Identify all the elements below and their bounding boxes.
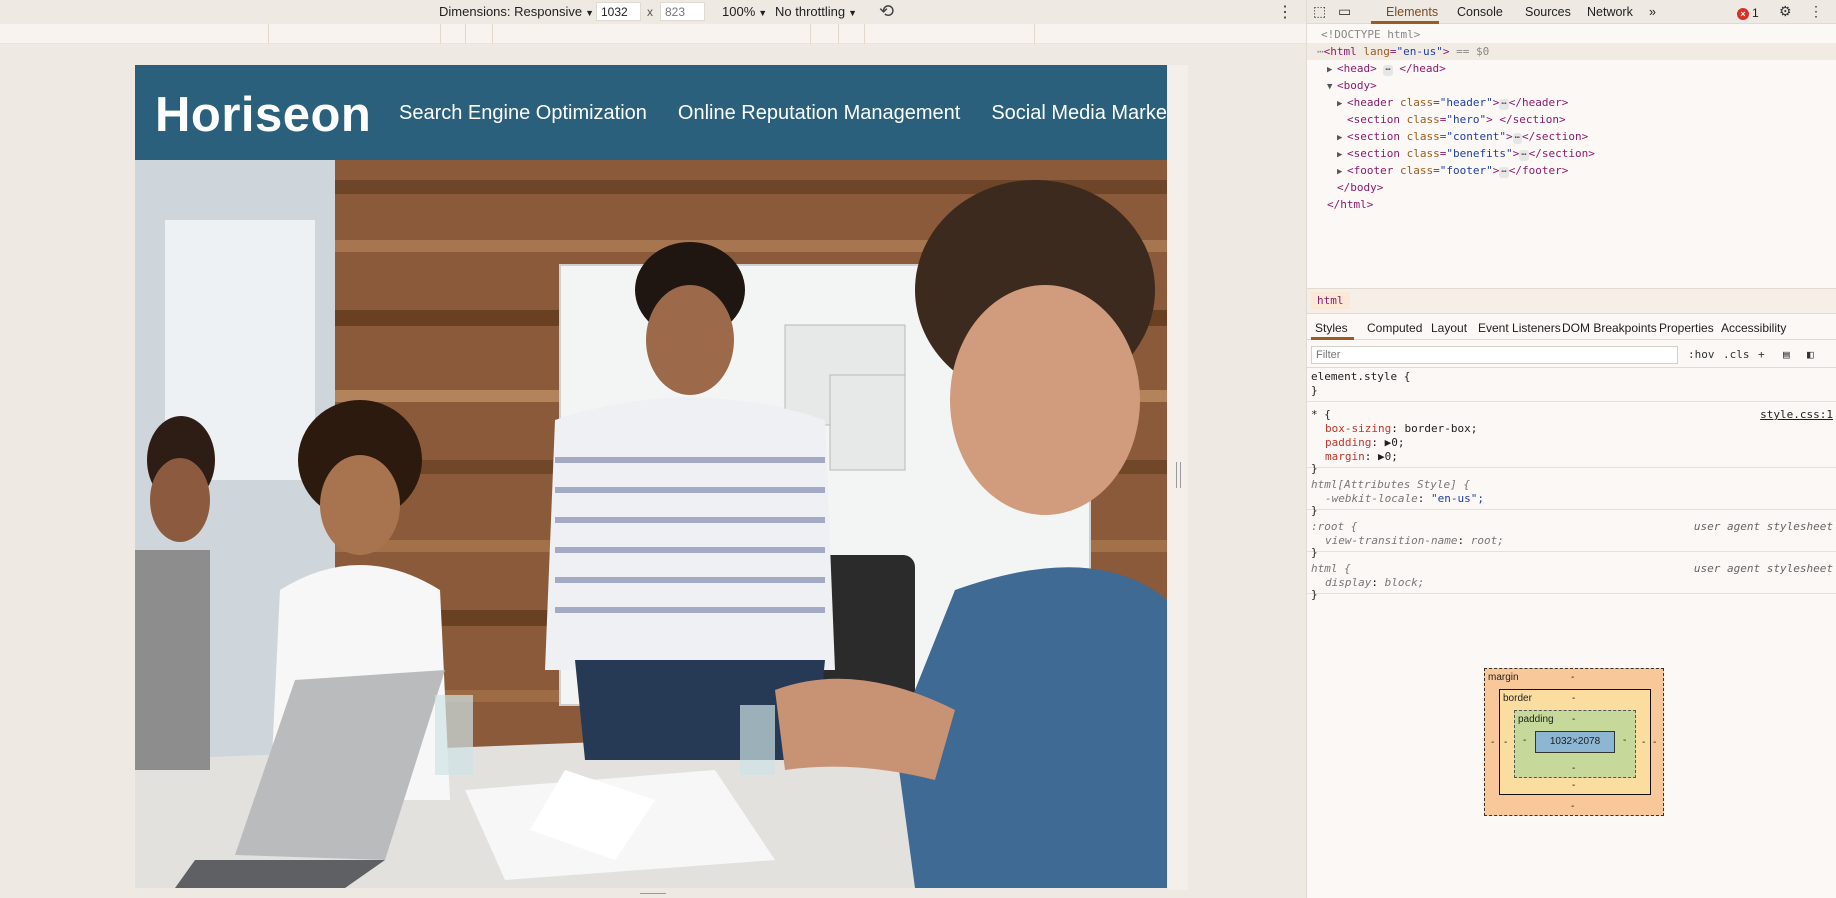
rule-universal: * { style.css:1 box-sizing: border-box; … [1307,404,1836,475]
dom-node-hero[interactable]: <section class="hero"> </section> [1347,111,1566,128]
ruler-tick [492,24,493,44]
active-tab-indicator [1371,21,1439,24]
ruler-tick [1034,24,1035,44]
site-header: Horiseon Search Engine Optimization Onli… [135,65,1167,160]
ruler-tick [268,24,269,44]
tab-network[interactable]: Network [1587,5,1633,19]
rule-element-style: element.style { } [1307,368,1836,402]
box-model-border[interactable]: border - - - - padding - - - - 1032×2078 [1499,689,1651,795]
site-nav: Search Engine Optimization Online Reputa… [399,102,1167,125]
ellipsis-icon[interactable]: ⋯ [1519,150,1529,161]
dom-node-html[interactable]: ⋯<html lang="en-us"> == $0 [1307,43,1836,60]
tab-properties[interactable]: Properties [1659,321,1714,335]
declaration-display: display: block; [1325,576,1425,589]
nav-link-seo[interactable]: Search Engine Optimization [399,102,647,125]
styles-subtab-bar: Styles Computed Layout Event Listeners D… [1307,316,1836,340]
height-input[interactable] [660,2,705,21]
add-rule-icon[interactable]: + [1758,348,1765,361]
hero-photo [135,160,1167,888]
devtools-menu-icon[interactable]: ⋮ [1809,3,1823,20]
ellipsis-icon[interactable]: ⋯ [1383,65,1393,76]
declaration-view-transition: view-transition-name: root; [1325,534,1504,547]
hov-toggle[interactable]: :hov [1688,348,1715,361]
more-options-icon[interactable]: ⋮ [1277,2,1293,22]
error-icon: × [1737,8,1749,20]
ruler-tick [440,24,441,44]
more-tabs-icon[interactable]: » [1649,5,1656,19]
declaration-locale: -webkit-locale: "en-us"; [1325,492,1484,505]
viewport-resize-handle[interactable] [1176,462,1181,488]
rule-html-ua: html { user agent stylesheet display: bl… [1307,558,1836,601]
dom-node-footer[interactable]: ▶ <footer class="footer"> ⋯ </footer> [1337,162,1568,179]
rule-html-attributes: html[Attributes Style] { -webkit-locale:… [1307,474,1836,517]
error-counter[interactable]: × 1 [1737,6,1759,20]
dom-node-head[interactable]: ▶ <head> ⋯ </head> [1327,60,1446,77]
stylesheet-link[interactable]: style.css:1 [1760,408,1833,421]
dom-node-header[interactable]: ▶ <header class="header"> ⋯ </header> [1337,94,1568,111]
declaration-margin[interactable]: margin: ▶0; [1325,450,1398,464]
dom-node-benefits[interactable]: ▶ <section class="benefits"> ⋯ </section> [1337,145,1595,162]
expand-arrow-icon[interactable]: ▶ [1378,450,1385,463]
throttling-dropdown[interactable]: No throttling ▼ [775,4,857,19]
declaration-box-sizing[interactable]: box-sizing: border-box; [1325,422,1477,436]
emulated-viewport: Horiseon Search Engine Optimization Onli… [135,65,1167,888]
breadcrumb-item-html[interactable]: html [1311,292,1350,309]
collapse-arrow-icon[interactable]: ▼ [1327,79,1337,96]
ellipsis-icon[interactable]: ⋯ [1512,133,1523,144]
dom-node-body[interactable]: ▼ <body> [1327,77,1377,94]
tab-console[interactable]: Console [1457,5,1503,19]
paint-brush-icon[interactable]: ▤ [1783,348,1790,361]
viewport-bottom-resize-handle[interactable] [640,893,666,898]
dom-tree: <!DOCTYPE html> ⋯<html lang="en-us"> == … [1307,26,1836,276]
caret-down-icon: ▼ [848,8,858,18]
rotate-icon[interactable]: ⟲ [879,1,894,22]
width-input[interactable] [596,2,641,21]
dom-doctype[interactable]: <!DOCTYPE html> [1321,26,1420,43]
ruler-tick [838,24,839,44]
box-model-content[interactable]: 1032×2078 [1535,731,1615,753]
zoom-dropdown[interactable]: 100% ▼ [722,4,767,19]
inspect-element-icon[interactable]: ⬚ [1313,3,1326,20]
tab-sources[interactable]: Sources [1525,5,1571,19]
dimensions-dropdown[interactable]: Dimensions: Responsive ▼ [439,4,594,19]
device-toolbar: Dimensions: Responsive▼ x 100%▼ No throt… [0,0,1306,24]
tab-dom-breakpoints[interactable]: DOM Breakpoints [1562,321,1657,335]
ruler-tick [465,24,466,44]
box-model-margin[interactable]: margin - - - - border - - - - padding - … [1484,668,1664,816]
styles-filter-input[interactable] [1311,346,1678,364]
times-symbol: x [647,5,653,19]
settings-gear-icon[interactable]: ⚙ [1779,3,1792,20]
dom-node-content[interactable]: ▶ <section class="content"> ⋯ </section> [1337,128,1588,145]
active-subtab-indicator [1311,337,1354,340]
tab-accessibility[interactable]: Accessibility [1721,321,1786,335]
caret-down-icon: ▼ [585,8,594,18]
ellipsis-icon[interactable]: ⋯ [1499,99,1509,110]
tab-layout[interactable]: Layout [1431,321,1467,335]
toggle-sidebar-icon[interactable]: ◧ [1807,348,1814,361]
declaration-padding[interactable]: padding: ▶0; [1325,436,1404,450]
breadcrumb: html [1307,288,1836,314]
cls-toggle[interactable]: .cls [1723,348,1750,361]
nav-link-reputation[interactable]: Online Reputation Management [678,102,960,125]
caret-down-icon: ▼ [758,8,768,18]
dom-node-html-close[interactable]: </html> [1327,196,1373,213]
tab-elements[interactable]: Elements [1386,5,1438,19]
box-model-padding[interactable]: padding - - - - 1032×2078 [1514,710,1636,778]
ruler-tick [810,24,811,44]
nav-link-social[interactable]: Social Media Marketing [991,102,1167,125]
tab-styles[interactable]: Styles [1315,321,1348,335]
site-logo[interactable]: Horiseon [155,87,371,143]
ellipsis-icon[interactable]: ⋯ [1499,167,1509,178]
hero-image [135,160,1167,888]
styles-filter-row: :hov .cls + ▤ ◧ [1307,342,1836,368]
expand-arrow-icon[interactable]: ▶ [1337,96,1347,113]
dom-node-body-close[interactable]: </body> [1337,179,1383,196]
devtools-tab-bar: ⬚ ▭ Elements Console Sources Network » ×… [1307,0,1836,24]
tab-computed[interactable]: Computed [1367,321,1422,335]
tab-event-listeners[interactable]: Event Listeners [1478,321,1561,335]
device-toolbar-icon[interactable]: ▭ [1338,3,1351,20]
media-query-ruler [0,24,1306,44]
ruler-tick [864,24,865,44]
rule-root: :root { user agent stylesheet view-trans… [1307,516,1836,559]
